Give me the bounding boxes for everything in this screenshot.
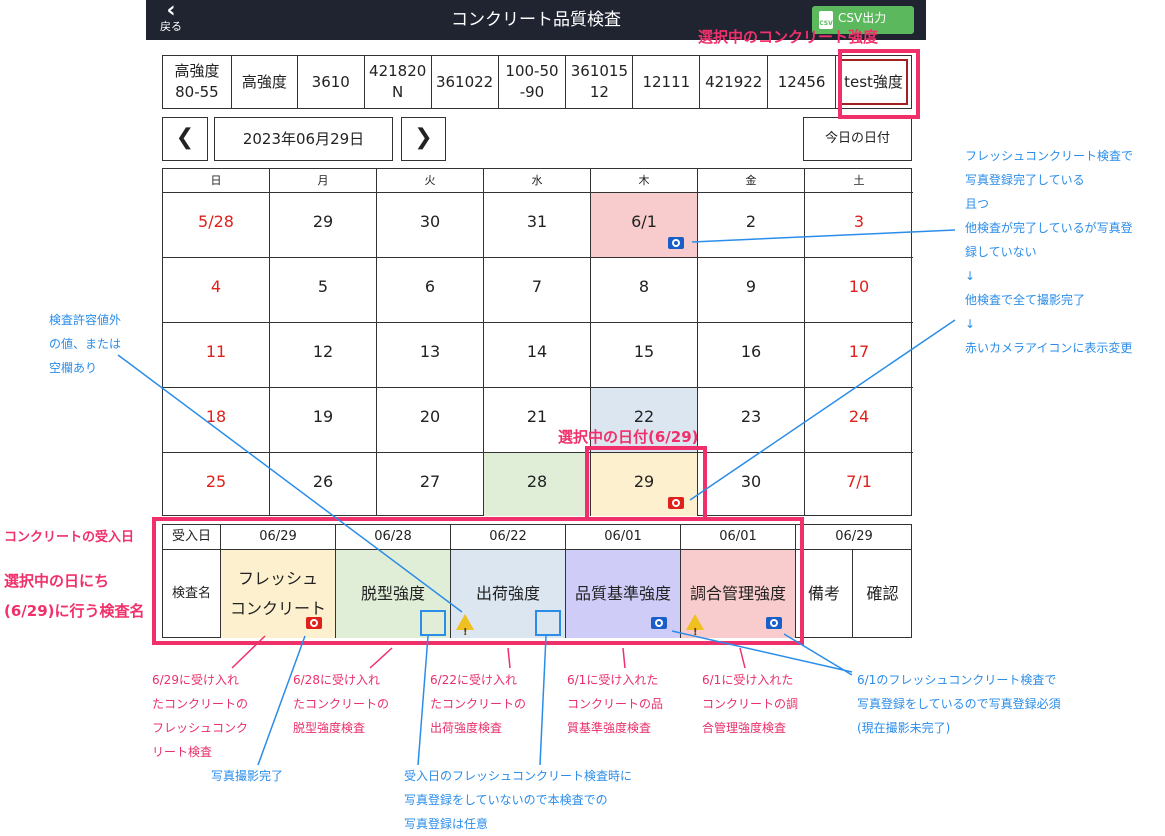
callout-line-0629	[231, 635, 266, 669]
callout-line-tolerance	[117, 354, 463, 613]
callout-line-red-camera	[689, 319, 956, 501]
callout-line-photo-done	[257, 635, 306, 766]
callout-line-0622	[507, 647, 511, 669]
callout-line-required-a	[671, 630, 853, 673]
callout-lines	[117, 229, 956, 766]
callout-line-fresh-flow	[691, 229, 956, 243]
callout-line-optional-b	[539, 635, 547, 766]
callout-line-0601-quality	[622, 647, 626, 669]
callout-line-required-b	[783, 633, 853, 676]
callout-line-0628	[369, 647, 393, 669]
callout-line-0601-mix	[739, 647, 746, 669]
callout-line-optional-a	[417, 635, 429, 766]
